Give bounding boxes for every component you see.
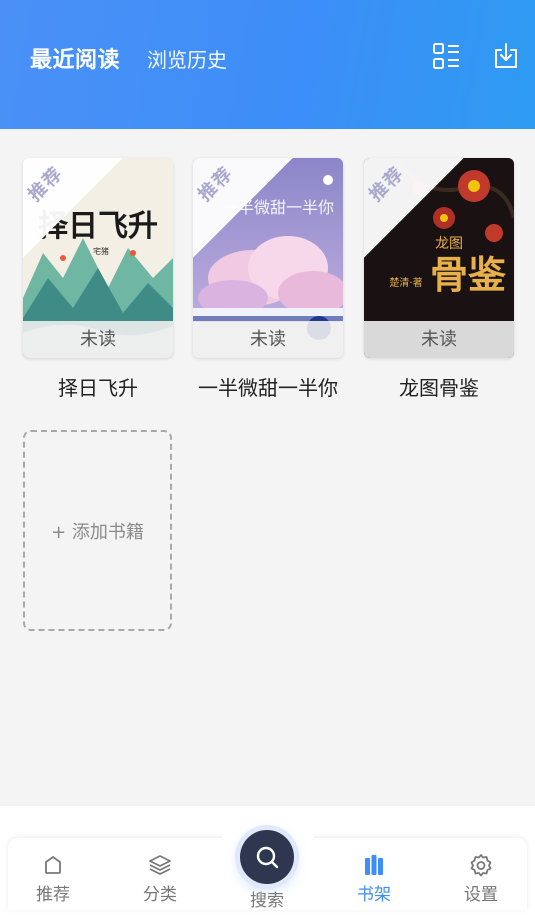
book-card[interactable]: 一半微甜一半你 推荐 未读 一半微甜一半你: [193, 158, 343, 401]
nav-item-settings[interactable]: 设置: [446, 852, 516, 905]
add-book-button[interactable]: + 添加书籍: [23, 430, 172, 631]
nav-item-recommend[interactable]: 推荐: [18, 852, 88, 905]
home-icon: [18, 852, 88, 878]
nav-label: 推荐: [36, 885, 70, 905]
cover-author-text: 楚清·著: [389, 276, 422, 289]
tab-recent-reading[interactable]: 最近阅读: [30, 42, 120, 74]
nav-item-bookshelf[interactable]: 书架: [339, 852, 409, 905]
nav-item-category[interactable]: 分类: [125, 852, 195, 905]
recommend-ribbon: 推荐: [23, 158, 133, 268]
book-card[interactable]: 骨鉴 龙图 楚清·著 推荐 未读 龙图骨鉴: [364, 158, 514, 401]
gear-icon: [446, 852, 516, 878]
header: 最近阅读 浏览历史: [0, 0, 535, 129]
book-cover[interactable]: 骨鉴 龙图 楚清·著 推荐 未读: [364, 158, 514, 358]
book-title[interactable]: 一半微甜一半你: [193, 372, 343, 401]
download-icon[interactable]: [492, 42, 520, 70]
bookshelf-icon: [339, 852, 409, 878]
nav-label: 设置: [464, 885, 498, 905]
grid-list-icon[interactable]: [432, 42, 460, 70]
status-badge: 未读: [193, 321, 343, 358]
recommend-ribbon: 推荐: [364, 158, 474, 268]
book-title[interactable]: 择日飞升: [23, 372, 173, 401]
nav-item-search-label[interactable]: 搜索: [232, 886, 302, 911]
recommend-ribbon: 推荐: [193, 158, 303, 268]
nav-label: 分类: [143, 885, 177, 905]
layers-icon: [125, 852, 195, 878]
tab-browse-history[interactable]: 浏览历史: [147, 44, 227, 73]
book-cover[interactable]: 择日飞升 宅猪 推荐 未读: [23, 158, 173, 358]
book-cover[interactable]: 一半微甜一半你 推荐 未读: [193, 158, 343, 358]
book-card[interactable]: 择日飞升 宅猪 推荐 未读 择日飞升: [23, 158, 173, 401]
nav-label: 书架: [357, 885, 391, 905]
status-badge: 未读: [23, 321, 173, 358]
book-title[interactable]: 龙图骨鉴: [364, 372, 514, 401]
search-icon[interactable]: [240, 830, 294, 884]
status-badge: 未读: [364, 321, 514, 358]
